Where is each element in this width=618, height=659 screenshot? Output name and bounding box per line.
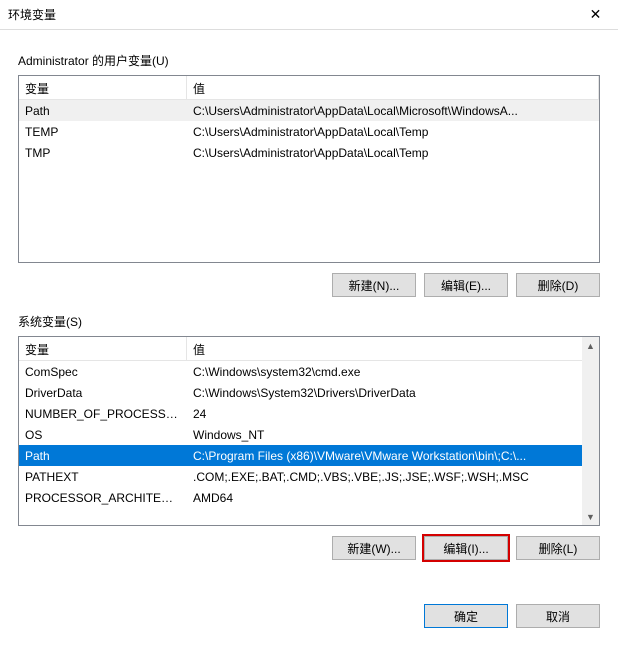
table-row[interactable]: NUMBER_OF_PROCESSORS24 <box>19 403 599 424</box>
table-row[interactable]: DriverDataC:\Windows\System32\Drivers\Dr… <box>19 382 599 403</box>
table-row[interactable]: PATHEXT.COM;.EXE;.BAT;.CMD;.VBS;.VBE;.JS… <box>19 466 599 487</box>
user-vars-section: Administrator 的用户变量(U) 变量 值 PathC:\Users… <box>18 52 600 297</box>
var-value: C:\Users\Administrator\AppData\Local\Mic… <box>187 102 599 120</box>
table-row[interactable]: TMPC:\Users\Administrator\AppData\Local\… <box>19 142 599 163</box>
var-name: PROCESSOR_ARCHITECT... <box>19 489 187 507</box>
system-vars-label: 系统变量(S) <box>18 313 600 330</box>
col-header-name[interactable]: 变量 <box>19 76 187 99</box>
user-vars-rows: PathC:\Users\Administrator\AppData\Local… <box>19 100 599 163</box>
cancel-button[interactable]: 取消 <box>516 604 600 628</box>
var-value: Windows_NT <box>187 426 599 444</box>
dialog-content: Administrator 的用户变量(U) 变量 值 PathC:\Users… <box>0 30 618 590</box>
ok-button[interactable]: 确定 <box>424 604 508 628</box>
user-delete-button[interactable]: 删除(D) <box>516 273 600 297</box>
var-name: Path <box>19 102 187 120</box>
var-value: C:\Program Files (x86)\VMware\VMware Wor… <box>187 447 599 465</box>
table-row[interactable]: ComSpecC:\Windows\system32\cmd.exe <box>19 361 599 382</box>
scroll-up-icon[interactable]: ▲ <box>582 337 599 354</box>
table-row[interactable]: PathC:\Users\Administrator\AppData\Local… <box>19 100 599 121</box>
system-vars-buttons: 新建(W)... 编辑(I)... 删除(L) <box>18 536 600 560</box>
system-new-button[interactable]: 新建(W)... <box>332 536 416 560</box>
system-delete-button[interactable]: 删除(L) <box>516 536 600 560</box>
scroll-down-icon[interactable]: ▼ <box>582 508 599 525</box>
table-row[interactable]: PROCESSOR_ARCHITECT...AMD64 <box>19 487 599 508</box>
var-value: C:\Users\Administrator\AppData\Local\Tem… <box>187 144 599 162</box>
var-name: OS <box>19 426 187 444</box>
user-new-button[interactable]: 新建(N)... <box>332 273 416 297</box>
var-value: AMD64 <box>187 489 599 507</box>
list-header: 变量 值 <box>19 76 599 100</box>
close-icon: ✕ <box>590 6 602 23</box>
table-row[interactable]: OSWindows_NT <box>19 424 599 445</box>
system-edit-button[interactable]: 编辑(I)... <box>424 536 508 560</box>
var-name: PATHEXT <box>19 468 187 486</box>
user-vars-buttons: 新建(N)... 编辑(E)... 删除(D) <box>18 273 600 297</box>
col-header-value[interactable]: 值 <box>187 337 599 360</box>
window-title: 环境变量 <box>8 6 56 23</box>
table-row[interactable]: TEMPC:\Users\Administrator\AppData\Local… <box>19 121 599 142</box>
system-vars-list[interactable]: 变量 值 ComSpecC:\Windows\system32\cmd.exeD… <box>18 336 600 526</box>
scrollbar[interactable]: ▲ ▼ <box>582 337 599 525</box>
var-name: TEMP <box>19 123 187 141</box>
var-value: C:\Windows\system32\cmd.exe <box>187 363 599 381</box>
close-button[interactable]: ✕ <box>573 0 618 29</box>
var-value: .COM;.EXE;.BAT;.CMD;.VBS;.VBE;.JS;.JSE;.… <box>187 468 599 486</box>
user-vars-list[interactable]: 变量 值 PathC:\Users\Administrator\AppData\… <box>18 75 600 263</box>
var-value: C:\Users\Administrator\AppData\Local\Tem… <box>187 123 599 141</box>
col-header-value[interactable]: 值 <box>187 76 599 99</box>
dialog-footer: 确定 取消 <box>0 590 618 640</box>
list-header: 变量 值 <box>19 337 599 361</box>
var-name: ComSpec <box>19 363 187 381</box>
user-edit-button[interactable]: 编辑(E)... <box>424 273 508 297</box>
system-vars-rows: ComSpecC:\Windows\system32\cmd.exeDriver… <box>19 361 599 508</box>
var-value: 24 <box>187 405 599 423</box>
var-name: TMP <box>19 144 187 162</box>
var-name: NUMBER_OF_PROCESSORS <box>19 405 187 423</box>
var-value: C:\Windows\System32\Drivers\DriverData <box>187 384 599 402</box>
system-vars-section: 系统变量(S) 变量 值 ComSpecC:\Windows\system32\… <box>18 313 600 560</box>
col-header-name[interactable]: 变量 <box>19 337 187 360</box>
var-name: Path <box>19 447 187 465</box>
titlebar: 环境变量 ✕ <box>0 0 618 30</box>
var-name: DriverData <box>19 384 187 402</box>
table-row[interactable]: PathC:\Program Files (x86)\VMware\VMware… <box>19 445 599 466</box>
user-vars-label: Administrator 的用户变量(U) <box>18 52 600 69</box>
